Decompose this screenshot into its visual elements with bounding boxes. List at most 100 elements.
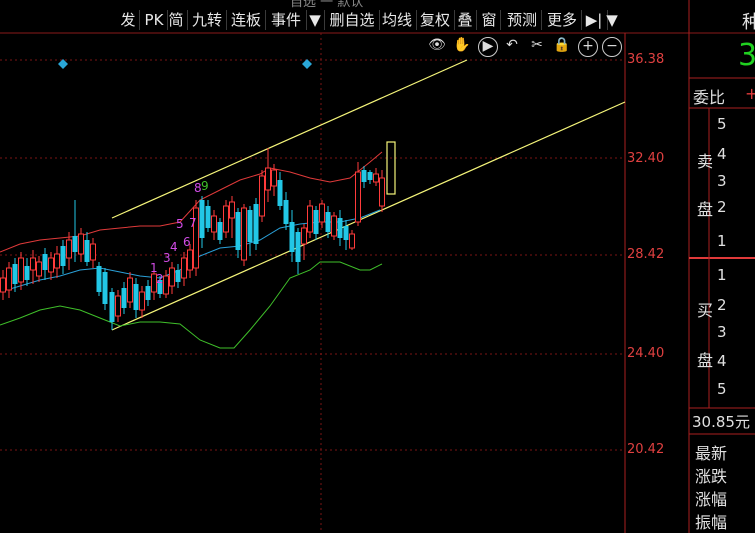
buy-label-1: 买: [697, 301, 714, 320]
toolbar-btn-5[interactable]: 事件: [268, 8, 304, 32]
toolbar-separator: [139, 10, 140, 30]
sell-level-1: 1: [717, 232, 727, 250]
candle-up: [169, 267, 175, 287]
candle-down: [343, 226, 349, 240]
toolbar-btn-13[interactable]: 更多: [545, 8, 579, 32]
buy-level-1: 1: [717, 266, 727, 284]
buy-level-3: 3: [717, 323, 727, 341]
candle-up: [373, 173, 379, 183]
candle-up: [187, 249, 193, 271]
candle-up: [163, 275, 169, 295]
sell-level-5: 5: [717, 115, 727, 133]
top-partial-text: 自选 一 默认: [290, 0, 364, 10]
candle-up: [181, 257, 187, 279]
zoom-out-icon[interactable]: −: [602, 37, 622, 57]
toolbar-btn-0[interactable]: 发: [119, 8, 137, 32]
nine-turn-count-green: 9: [201, 179, 209, 193]
toolbar-separator: [226, 10, 227, 30]
toolbar-separator: [416, 10, 417, 30]
toolbar-separator: [454, 10, 455, 30]
play-icon[interactable]: ▶: [478, 37, 498, 57]
sell-level-3: 3: [717, 172, 727, 190]
toolbar-separator: [500, 10, 501, 30]
candle-down: [253, 204, 259, 244]
toolbar-btn-1[interactable]: PK: [143, 8, 165, 32]
candle-up: [259, 175, 265, 217]
buy-level-5: 5: [717, 380, 727, 398]
candle-down: [109, 292, 115, 322]
undo-icon[interactable]: ↶: [503, 37, 521, 55]
toolbar-btn-3[interactable]: 九转: [190, 8, 224, 32]
candle-down: [247, 210, 253, 242]
candle-up: [115, 295, 121, 317]
candle-down: [313, 210, 319, 234]
candle-down: [145, 286, 151, 300]
stat-label-3: 振幅: [695, 513, 728, 532]
toolbar-btn-11[interactable]: 窗: [480, 8, 498, 32]
candle-down: [121, 288, 127, 308]
toolbar-separator: [476, 10, 477, 30]
candle-up: [0, 277, 6, 293]
price-label-28-42: 28.42: [627, 247, 665, 262]
toolbar-btn-10[interactable]: 叠: [456, 8, 474, 32]
toolbar-btn-7[interactable]: 删自选: [327, 8, 377, 32]
toolbar-btn-4[interactable]: 连板: [229, 8, 263, 32]
toolbar-separator: [265, 10, 266, 30]
candle-up: [349, 233, 355, 249]
candle-down: [133, 284, 139, 310]
toolbar-btn-9[interactable]: 复权: [418, 8, 452, 32]
candle-down: [217, 222, 223, 240]
candle-up: [30, 257, 36, 271]
candle-up: [48, 257, 54, 273]
sell-label-1: 卖: [697, 152, 714, 171]
nine-turn-count-4: 4: [170, 240, 178, 254]
candle-up: [319, 203, 325, 223]
candle-down: [72, 236, 78, 252]
candle-up: [229, 201, 235, 219]
candle-up: [265, 167, 271, 191]
buy-label-2: 盘: [697, 351, 714, 370]
toolbar-separator: [324, 10, 325, 30]
eye-icon[interactable]: 👁: [428, 37, 446, 55]
zoom-in-icon[interactable]: +: [578, 37, 598, 57]
toolbar-btn-2[interactable]: 简: [167, 8, 185, 32]
price-label-20-42: 20.42: [627, 442, 665, 457]
candle-down: [367, 172, 373, 180]
candle-down: [289, 222, 295, 252]
toolbar-btn-15[interactable]: ▼: [605, 8, 619, 32]
candle-up: [223, 205, 229, 233]
scissors-icon[interactable]: ✂: [528, 37, 546, 55]
candle-up: [139, 291, 145, 311]
candle-up: [90, 243, 96, 261]
candle-up: [66, 239, 72, 259]
candle-down: [42, 254, 48, 270]
stat-label-1: 涨跌: [695, 467, 728, 486]
candle-up: [307, 205, 313, 233]
toolbar-separator: [306, 10, 307, 30]
sell-label-2: 盘: [697, 200, 714, 219]
header-partial: 种: [742, 12, 755, 33]
candle-down: [60, 246, 66, 266]
candle-down: [199, 200, 205, 238]
toolbar-btn-14[interactable]: ▶|: [583, 8, 605, 32]
price-label-24-40: 24.40: [627, 346, 665, 361]
lock-icon[interactable]: 🔒: [553, 37, 571, 55]
candle-down: [12, 264, 18, 284]
toolbar-btn-8[interactable]: 均线: [380, 8, 414, 32]
candle-up: [127, 277, 133, 303]
toolbar-btn-12[interactable]: 预测: [505, 8, 539, 32]
candle-up: [54, 253, 60, 269]
nine-turn-count-2: 2: [156, 272, 164, 286]
candle-down: [337, 218, 343, 238]
hand-icon[interactable]: ✋: [453, 37, 471, 55]
candle-up: [355, 171, 361, 223]
candle-down: [84, 240, 90, 262]
candle-down: [205, 206, 211, 228]
buy-level-2: 2: [717, 296, 727, 314]
toolbar-btn-6[interactable]: ▼: [308, 8, 322, 32]
sell-level-4: 4: [717, 145, 727, 163]
candle-down: [24, 266, 30, 280]
weibi-label: 委比: [693, 88, 726, 107]
candle-down: [96, 266, 102, 292]
stat-label-0: 最新: [695, 444, 728, 463]
